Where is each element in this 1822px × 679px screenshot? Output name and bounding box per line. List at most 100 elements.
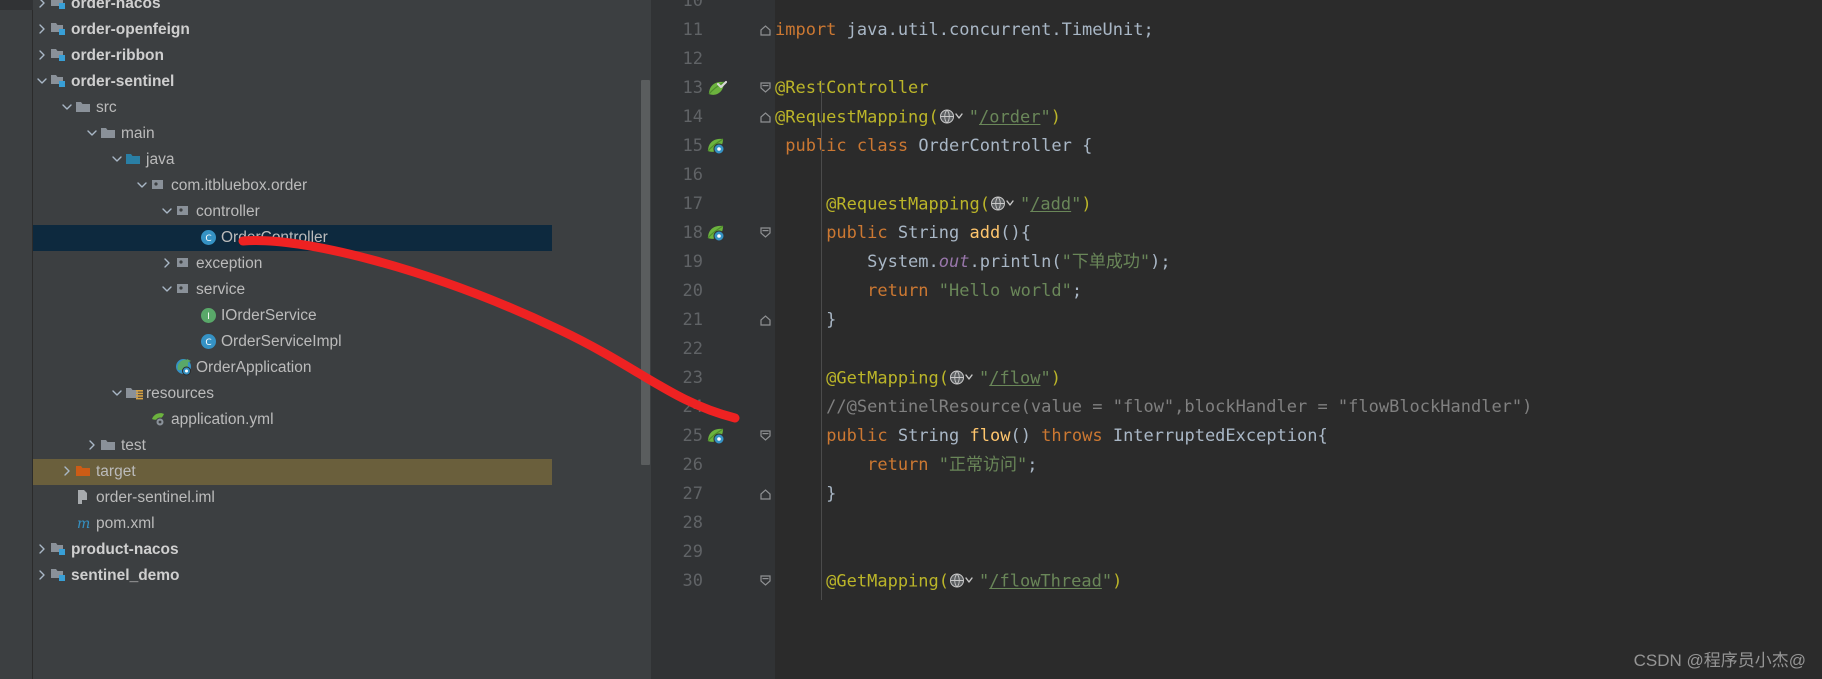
tree-item-test[interactable]: test [33, 433, 651, 459]
line-number: 26 [682, 455, 703, 475]
code-line[interactable]: @GetMapping("/flowThread") [775, 567, 1822, 596]
code-line[interactable]: public String flow() throws InterruptedE… [775, 422, 1822, 451]
fold-marker[interactable] [759, 226, 773, 245]
fold-marker[interactable] [759, 574, 773, 593]
bean-spring-icon [707, 138, 725, 155]
code-token: { [1082, 136, 1093, 156]
code-line[interactable] [775, 0, 1822, 16]
fold-marker[interactable] [759, 81, 773, 100]
chevron-right-icon[interactable] [158, 250, 175, 276]
chevron-right-icon[interactable] [33, 42, 50, 68]
chevron-right-icon[interactable] [33, 0, 50, 16]
code-token: ); [1150, 252, 1171, 272]
code-line[interactable]: System.out.println("下单成功"); [775, 248, 1822, 277]
java-class-icon: C [200, 229, 221, 246]
tree-item-label: OrderServiceImpl [221, 333, 342, 350]
code-line[interactable]: import java.util.concurrent.TimeUnit; [775, 16, 1822, 45]
fold-marker[interactable] [759, 23, 773, 42]
indent-guide [821, 80, 822, 600]
tree-item-orderapplication[interactable]: OrderApplication [33, 355, 651, 381]
code-line[interactable]: @RequestMapping("/add") [775, 190, 1822, 219]
tree-item-controller[interactable]: controller [33, 199, 651, 225]
code-token: public class [785, 136, 919, 156]
fold-marker[interactable] [759, 313, 773, 332]
chevron-down-icon[interactable] [133, 172, 150, 198]
code-token: flow [969, 426, 1011, 446]
code-line[interactable]: //@SentinelResource(value = "flow",block… [775, 393, 1822, 422]
tree-item-order-nacos[interactable]: order-nacos [33, 0, 651, 17]
code-line[interactable] [775, 335, 1822, 364]
tree-item-order-sentinel-iml[interactable]: order-sentinel.iml [33, 485, 651, 511]
code-token: ; [1071, 281, 1083, 301]
tree-item-main[interactable]: main [33, 121, 651, 147]
chevron-down-icon[interactable] [83, 120, 100, 146]
project-tool-window[interactable]: order-nacos order-openfeign order-ribbon or… [33, 0, 651, 679]
code-line[interactable] [775, 45, 1822, 74]
tree-item-resources[interactable]: resources [33, 381, 651, 407]
line-number: 30 [682, 571, 703, 591]
web-endpoint-globe-icon[interactable] [990, 189, 1020, 218]
tool-window-rail[interactable] [0, 0, 33, 679]
chevron-down-icon[interactable] [33, 68, 50, 94]
tree-item-product-nacos[interactable]: product-nacos [33, 537, 651, 563]
chevron-right-icon[interactable] [58, 458, 75, 484]
code-editor[interactable]: 10 11 12 13 14 15 16 17 18 19 20 21 22 23 24 25 26 27 28 29… [651, 0, 1822, 679]
chevron-right-icon[interactable] [83, 432, 100, 458]
tree-item-ordercontroller[interactable]: C OrderController [33, 225, 552, 251]
fold-marker[interactable] [759, 110, 773, 129]
chevron-right-icon[interactable] [33, 562, 50, 588]
tree-item-iorderservice[interactable]: I IOrderService [33, 303, 651, 329]
code-line[interactable]: public String add(){ [775, 219, 1822, 248]
iml-file-icon [75, 489, 96, 506]
tree-item-exception[interactable]: exception [33, 251, 651, 277]
web-endpoint-globe-icon[interactable] [939, 102, 969, 131]
tree-item-pom-xml[interactable]: m pom.xml [33, 511, 651, 537]
code-token: ) [1081, 194, 1092, 215]
tree-item-application-yml[interactable]: application.yml [33, 407, 651, 433]
tree-item-src[interactable]: src [33, 95, 651, 121]
code-line[interactable]: @RequestMapping("/order") [775, 103, 1822, 132]
fold-marker[interactable] [759, 429, 773, 448]
fold-marker[interactable] [759, 487, 773, 506]
chevron-down-icon[interactable] [58, 94, 75, 120]
chevron-down-icon[interactable] [108, 146, 125, 172]
code-line[interactable]: } [775, 480, 1822, 509]
chevron-right-icon[interactable] [33, 536, 50, 562]
fold-region-start-icon [760, 82, 771, 93]
bean-spring-icon[interactable] [707, 137, 729, 162]
tree-item-target[interactable]: target [33, 459, 552, 485]
tree-item-com-itbluebox-order[interactable]: com.itbluebox.order [33, 173, 651, 199]
bean-spring-icon[interactable] [707, 224, 729, 249]
code-line[interactable]: @RestController [775, 74, 1822, 103]
tree-item-sentinel-demo[interactable]: sentinel_demo [33, 563, 651, 589]
bean-spring-icon[interactable] [707, 427, 729, 452]
code-token: OrderController [918, 136, 1083, 156]
code-line[interactable] [775, 509, 1822, 538]
code-line[interactable] [775, 161, 1822, 190]
tree-item-service[interactable]: service [33, 277, 651, 303]
tree-item-order-openfeign[interactable]: order-openfeign [33, 17, 651, 43]
chevron-down-icon[interactable] [158, 198, 175, 224]
bean-check-icon[interactable] [707, 79, 729, 104]
code-line[interactable]: } [775, 306, 1822, 335]
code-line[interactable]: return "正常访问"; [775, 451, 1822, 480]
chevron-down-icon[interactable] [108, 380, 125, 406]
chevron-right-icon[interactable] [33, 16, 50, 42]
bean-check-icon [708, 80, 728, 95]
code-line[interactable]: @GetMapping("/flow") [775, 364, 1822, 393]
tree-item-order-sentinel[interactable]: order-sentinel [33, 69, 651, 95]
code-line[interactable]: return "Hello world"; [775, 277, 1822, 306]
code-line[interactable] [775, 538, 1822, 567]
web-endpoint-globe-icon[interactable] [949, 363, 979, 392]
tree-vertical-scrollbar[interactable] [641, 80, 650, 465]
code-line[interactable]: public class OrderController { [775, 132, 1822, 161]
editor-code-area[interactable]: import java.util.concurrent.TimeUnit; @Re… [775, 0, 1822, 679]
tree-item-order-ribbon[interactable]: order-ribbon [33, 43, 651, 69]
tree-item-orderserviceimpl[interactable]: C OrderServiceImpl [33, 329, 651, 355]
web-endpoint-globe-icon[interactable] [949, 566, 979, 595]
tree-item-java[interactable]: java [33, 147, 651, 173]
editor-gutter[interactable]: 10 11 12 13 14 15 16 17 18 19 20 21 22 23 24 25 26 27 28 29… [651, 0, 775, 679]
svg-text:C: C [205, 338, 211, 348]
code-token: out [938, 252, 970, 272]
chevron-down-icon[interactable] [158, 276, 175, 302]
